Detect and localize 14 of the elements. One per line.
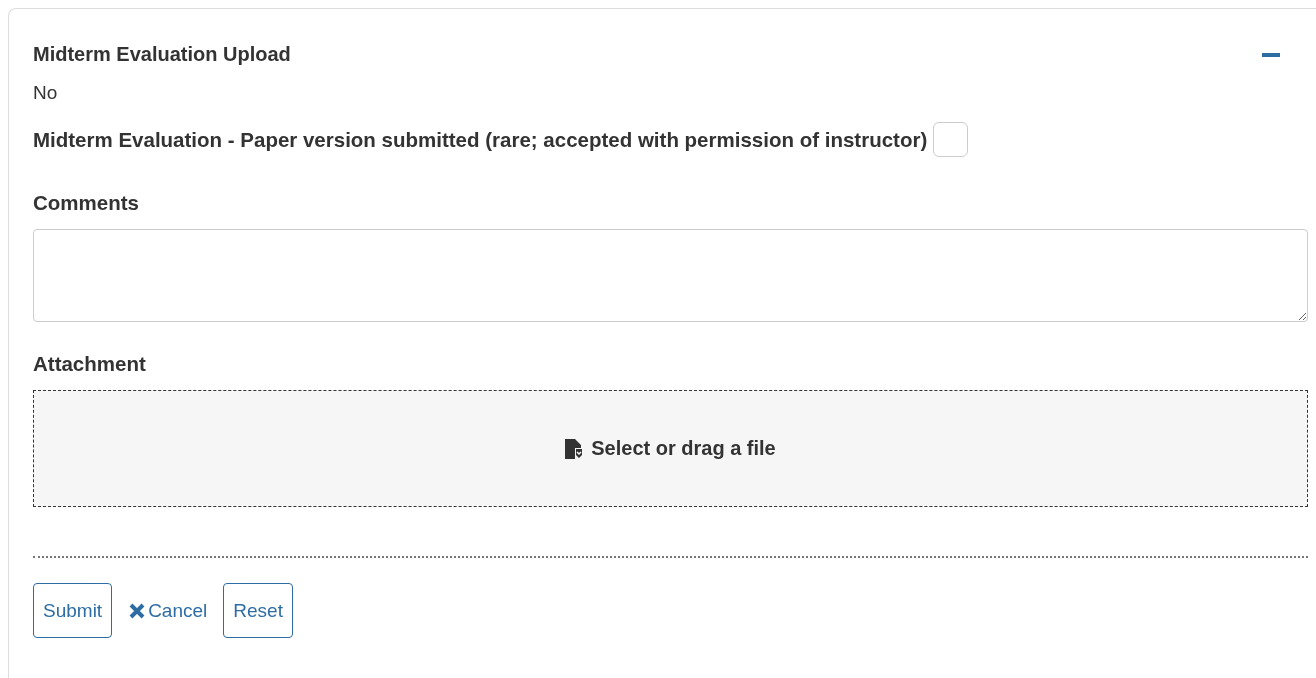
- file-download-icon: [565, 438, 584, 459]
- cancel-button[interactable]: Cancel: [120, 599, 216, 622]
- outline-button[interactable]: Submit: [33, 583, 113, 638]
- field-label: Attachment: [33, 352, 147, 376]
- file-dropzone[interactable]: Select or drag a file: [33, 390, 1308, 507]
- section-title: Midterm Evaluation Upload: [33, 43, 291, 66]
- field-label: Comments: [33, 191, 140, 215]
- outline-button[interactable]: Reset: [223, 583, 293, 638]
- field-value: No: [33, 82, 59, 104]
- field-label: Midterm Evaluation - Paper version submitted (rare; accepted with permission of instructor): [33, 127, 928, 152]
- dropzone-text: Select or drag a file: [591, 437, 776, 460]
- checkbox[interactable]: [933, 122, 969, 157]
- comments-field[interactable]: [33, 229, 1308, 322]
- close-icon: [128, 601, 147, 620]
